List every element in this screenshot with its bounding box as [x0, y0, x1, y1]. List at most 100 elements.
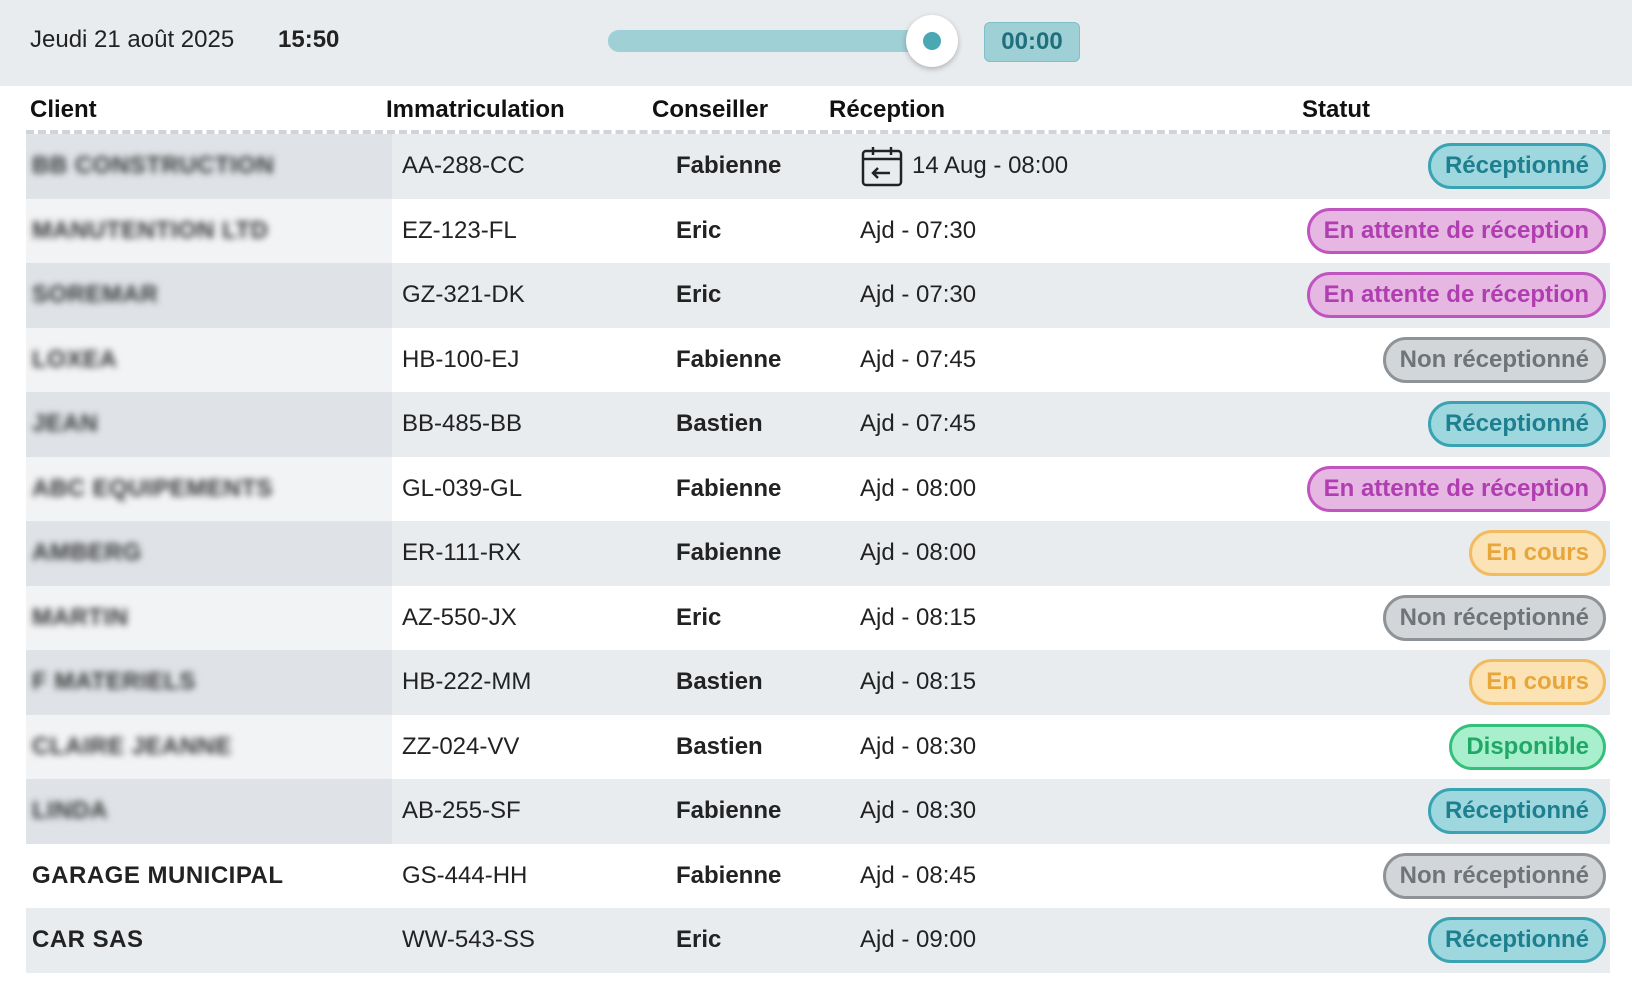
immatriculation-cell: WW-543-SS [402, 926, 535, 954]
client-name: LOXEA [32, 345, 118, 373]
immatriculation-cell: ER-111-RX [402, 539, 522, 567]
table-header: Client Immatriculation Conseiller Récept… [26, 86, 1610, 134]
immatriculation-cell: GL-039-GL [402, 474, 523, 502]
table-row[interactable]: CAR SAS WW-543-SS Eric Ajd - 09:00 Récep… [26, 908, 1610, 973]
client-cell: LINDA [26, 779, 392, 844]
immatriculation-cell: GZ-321-DK [402, 281, 525, 309]
conseiller-cell: Eric [676, 926, 722, 954]
time-slider-track[interactable] [608, 30, 938, 52]
immatriculation-cell: BB-485-BB [402, 410, 523, 438]
conseiller-cell: Bastien [676, 732, 763, 760]
client-cell: F MATERIELS [26, 650, 392, 715]
status-badge[interactable]: Non réceptionné [1382, 336, 1606, 383]
status-cell: Disponible [1186, 715, 1606, 780]
client-cell: GARAGE MUNICIPAL [26, 844, 392, 909]
status-cell: Non réceptionné [1186, 328, 1606, 393]
client-cell: JEAN [26, 392, 392, 457]
status-badge[interactable]: En attente de réception [1306, 272, 1606, 319]
column-header-conseiller[interactable]: Conseiller [652, 96, 768, 124]
client-name: MANUTENTION LTD [32, 216, 269, 244]
reception-cell: Ajd - 08:30 [854, 715, 1194, 780]
table-row[interactable]: MARTIN AZ-550-JX Eric Ajd - 08:15 Non ré… [26, 585, 1610, 651]
reception-time: Ajd - 08:30 [860, 797, 977, 825]
status-badge[interactable]: Réceptionné [1427, 788, 1606, 835]
column-header-statut[interactable]: Statut [1302, 96, 1370, 124]
conseiller-cell: Fabienne [676, 861, 782, 889]
immatriculation-cell: AZ-550-JX [402, 603, 517, 631]
reception-time: 14 Aug - 08:00 [912, 152, 1069, 180]
table-row[interactable]: JEAN BB-485-BB Bastien Ajd - 07:45 Récep… [26, 392, 1610, 457]
calendar-transfer-icon [861, 147, 903, 187]
status-cell: Non réceptionné [1186, 586, 1606, 651]
table-row[interactable]: MANUTENTION LTD EZ-123-FL Eric Ajd - 07:… [26, 198, 1610, 263]
reception-time: Ajd - 08:45 [860, 861, 977, 889]
conseiller-cell: Bastien [676, 668, 763, 696]
table-row[interactable]: F MATERIELS HB-222-MM Bastien Ajd - 08:1… [26, 650, 1610, 715]
reception-cell: Ajd - 07:45 [854, 328, 1194, 393]
status-cell: Réceptionné [1186, 392, 1606, 457]
reception-time: Ajd - 08:00 [860, 474, 977, 502]
column-header-reception[interactable]: Réception [829, 96, 945, 124]
client-name: BB CONSTRUCTION [32, 152, 275, 180]
status-badge[interactable]: En attente de réception [1306, 465, 1606, 512]
top-bar: Jeudi 21 août 2025 15:50 00:00 [0, 0, 1632, 86]
table-row[interactable]: GARAGE MUNICIPAL GS-444-HH Fabienne Ajd … [26, 843, 1610, 909]
immatriculation-cell: GS-444-HH [402, 861, 528, 889]
table-row[interactable]: LINDA AB-255-SF Fabienne Ajd - 08:30 Réc… [26, 779, 1610, 844]
client-cell: SOREMAR [26, 263, 392, 328]
reception-time: Ajd - 08:00 [860, 539, 977, 567]
client-name: CAR SAS [32, 926, 144, 954]
client-cell: ABC EQUIPEMENTS [26, 456, 392, 521]
reception-cell: Ajd - 08:15 [854, 650, 1194, 715]
status-badge[interactable]: Non réceptionné [1382, 594, 1606, 641]
status-badge[interactable]: Réceptionné [1427, 143, 1606, 190]
status-badge[interactable]: Réceptionné [1427, 401, 1606, 448]
reception-time: Ajd - 09:00 [860, 926, 977, 954]
reception-cell: Ajd - 08:00 [854, 521, 1194, 586]
vehicle-table: Client Immatriculation Conseiller Récept… [26, 86, 1610, 973]
immatriculation-cell: HB-222-MM [402, 668, 532, 696]
status-badge[interactable]: En cours [1469, 659, 1606, 706]
client-name: ABC EQUIPEMENTS [32, 474, 273, 502]
client-name: AMBERG [32, 539, 142, 567]
status-cell: En cours [1186, 521, 1606, 586]
timer-display: 00:00 [984, 22, 1080, 62]
conseiller-cell: Eric [676, 216, 722, 244]
client-cell: CAR SAS [26, 908, 392, 973]
reception-cell: Ajd - 07:45 [854, 392, 1194, 457]
reception-time: Ajd - 07:30 [860, 216, 977, 244]
column-header-immatriculation[interactable]: Immatriculation [386, 96, 565, 124]
reception-time: Ajd - 08:15 [860, 603, 977, 631]
reception-time: Ajd - 08:15 [860, 668, 977, 696]
client-name: F MATERIELS [32, 668, 196, 696]
reception-cell: Ajd - 08:45 [854, 844, 1194, 909]
table-row[interactable]: SOREMAR GZ-321-DK Eric Ajd - 07:30 En at… [26, 263, 1610, 328]
status-badge[interactable]: En cours [1469, 530, 1606, 577]
time-slider-fill [608, 30, 938, 52]
status-badge[interactable]: Disponible [1449, 723, 1606, 770]
status-badge[interactable]: Réceptionné [1427, 917, 1606, 964]
reception-cell: Ajd - 09:00 [854, 908, 1194, 973]
client-cell: BB CONSTRUCTION [26, 134, 392, 199]
table-row[interactable]: CLAIRE JEANNE ZZ-024-VV Bastien Ajd - 08… [26, 714, 1610, 780]
current-time: 15:50 [278, 26, 340, 53]
time-slider-handle[interactable] [906, 15, 958, 67]
table-row[interactable]: ABC EQUIPEMENTS GL-039-GL Fabienne Ajd -… [26, 456, 1610, 522]
conseiller-cell: Fabienne [676, 539, 782, 567]
status-cell: Réceptionné [1186, 779, 1606, 844]
status-cell: En attente de réception [1186, 263, 1606, 328]
column-header-client[interactable]: Client [30, 96, 97, 124]
reception-cell: Ajd - 08:00 [854, 457, 1194, 522]
reception-time: Ajd - 07:30 [860, 281, 977, 309]
table-row[interactable]: BB CONSTRUCTION AA-288-CC Fabienne 14 Au… [26, 134, 1610, 199]
client-name: JEAN [32, 410, 99, 438]
conseiller-cell: Fabienne [676, 152, 782, 180]
client-name: SOREMAR [32, 281, 159, 309]
table-row[interactable]: LOXEA HB-100-EJ Fabienne Ajd - 07:45 Non… [26, 327, 1610, 393]
status-cell: Réceptionné [1186, 908, 1606, 973]
status-badge[interactable]: En attente de réception [1306, 207, 1606, 254]
status-badge[interactable]: Non réceptionné [1382, 852, 1606, 899]
client-cell: CLAIRE JEANNE [26, 714, 392, 779]
table-row[interactable]: AMBERG ER-111-RX Fabienne Ajd - 08:00 En… [26, 521, 1610, 586]
immatriculation-cell: ZZ-024-VV [402, 732, 520, 760]
